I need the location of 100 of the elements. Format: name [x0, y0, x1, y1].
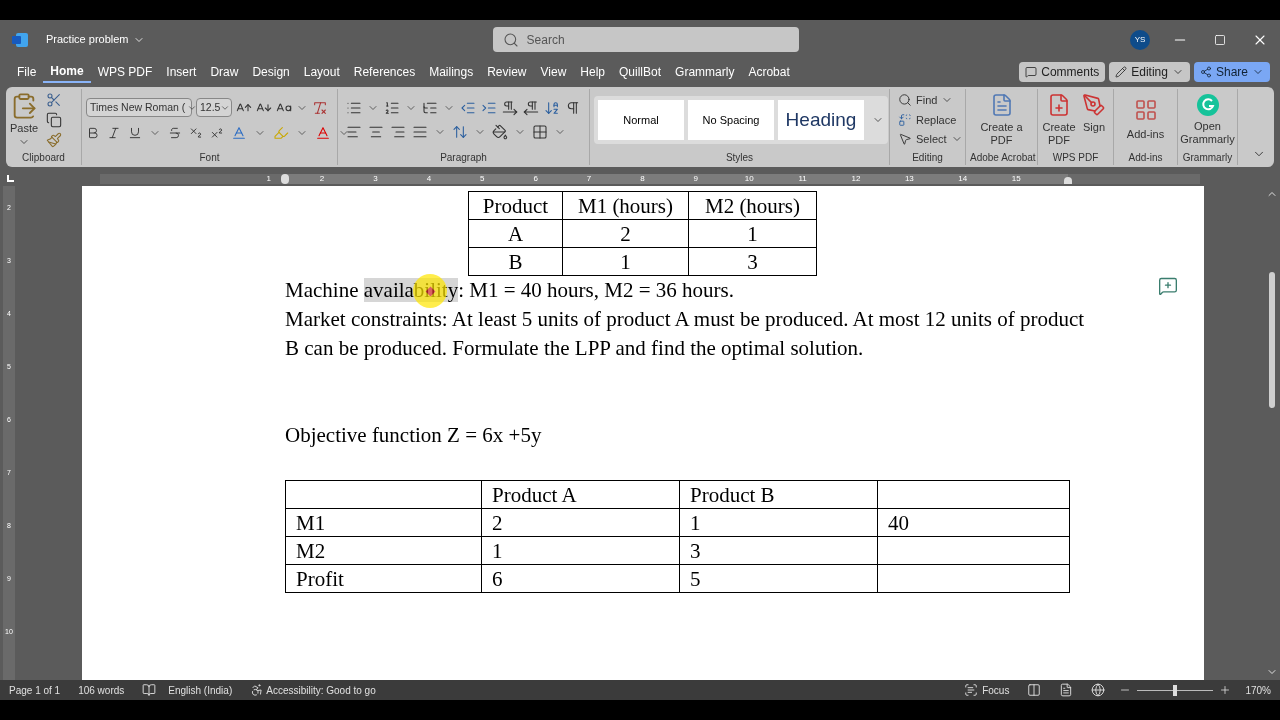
language-status[interactable]: English (India) [168, 682, 233, 698]
word-count[interactable]: 106 words [78, 682, 125, 698]
table-cell: A [468, 219, 563, 248]
font-color-icon[interactable] [315, 125, 331, 142]
ruler-number: 12 [851, 173, 861, 184]
editing-command[interactable]: Find [898, 92, 963, 109]
editing-command[interactable]: Select [898, 131, 963, 148]
underline-icon[interactable] [128, 126, 142, 141]
tab-selector-icon[interactable] [7, 174, 14, 182]
create-a-pdf-button[interactable]: Create a PDF [978, 92, 1025, 147]
menu-tab[interactable]: Draw [203, 61, 246, 84]
menu-tab[interactable]: Home [43, 61, 91, 84]
table-cell: 2 [481, 508, 680, 537]
menu-tab[interactable]: WPS PDF [90, 61, 160, 84]
menu-tab[interactable]: File [10, 61, 44, 84]
accessibility-icon[interactable] [250, 683, 265, 698]
shading-icon[interactable] [492, 123, 508, 140]
table-cell: M1 (hours) [562, 191, 689, 220]
menu-tab[interactable]: Mailings [422, 61, 481, 84]
menu-tab[interactable]: Design [245, 61, 297, 84]
zoom-level[interactable]: 170% [1245, 682, 1271, 698]
comments-button[interactable]: Comments [1019, 62, 1106, 83]
table-cell: 3 [688, 247, 817, 276]
subscript-icon[interactable] [189, 126, 203, 141]
add-comment-icon[interactable] [1158, 276, 1178, 297]
proofing-icon[interactable] [142, 683, 157, 698]
replace-icon [898, 112, 912, 127]
share-button[interactable]: Share [1193, 62, 1270, 83]
copy-icon[interactable] [46, 111, 63, 128]
cut-icon[interactable] [46, 91, 63, 108]
paste-button[interactable]: Paste [10, 91, 39, 149]
format-painter-icon[interactable] [46, 131, 63, 148]
group-label: Styles [724, 150, 755, 165]
italic-icon[interactable] [107, 126, 121, 141]
open-grammarly-button[interactable]: Open Grammarly [1182, 93, 1233, 146]
line-spacing-icon[interactable] [452, 123, 468, 140]
ruler-number: 4 [426, 173, 432, 184]
focus-button[interactable]: Focus [964, 682, 1010, 698]
page-count[interactable]: Page 1 of 1 [9, 682, 61, 698]
numbering-icon[interactable] [384, 99, 400, 116]
document-title[interactable]: Practice problem [46, 31, 145, 48]
comment-icon [1025, 66, 1038, 79]
menu-tab[interactable]: Acrobat [741, 61, 797, 84]
editing-command[interactable]: Replace [898, 111, 963, 129]
menu-tab[interactable]: Insert [159, 61, 204, 84]
table-cell: M1 [285, 508, 482, 537]
zoom-slider[interactable] [1135, 684, 1216, 697]
bold-icon[interactable] [86, 126, 100, 141]
search-icon [502, 31, 519, 48]
menu-tab[interactable]: QuillBot [612, 61, 669, 84]
search-field[interactable]: Search [492, 27, 799, 53]
pen-nib-icon [1082, 92, 1106, 117]
menu-tab[interactable]: References [346, 61, 423, 84]
print-layout-icon[interactable] [1059, 683, 1074, 698]
table-cell: 2 [562, 219, 689, 248]
right-to-left-icon[interactable] [523, 99, 539, 116]
font-size-dropdown[interactable]: 12.5 [196, 98, 232, 118]
clear-formatting-icon[interactable] [312, 99, 328, 116]
style-preset[interactable]: Heading [778, 99, 864, 140]
table-cell: 6 [481, 564, 680, 593]
menu-tab[interactable]: Grammarly [668, 61, 742, 84]
menu-tab[interactable]: Review [480, 61, 534, 84]
strikethrough-icon[interactable] [168, 126, 182, 141]
menu-tab[interactable]: Help [573, 61, 612, 84]
style-preset[interactable]: Normal [598, 99, 684, 140]
menu-tab[interactable]: View [533, 61, 574, 84]
user-avatar[interactable]: YS [1130, 29, 1150, 50]
ruler-number: 3 [373, 173, 378, 184]
menu-tab[interactable]: Layout [296, 61, 347, 84]
create-pdf-button[interactable]: Create PDF [1042, 92, 1076, 147]
app-logo-icon[interactable] [12, 32, 28, 47]
grid-icon [1133, 97, 1158, 122]
ruler-number: 1 [266, 173, 271, 184]
sort-icon[interactable] [544, 99, 560, 116]
ruler-number: 9 [693, 173, 699, 184]
zoom-in-icon[interactable] [1219, 684, 1232, 697]
web-layout-icon[interactable] [1091, 683, 1106, 698]
ruler-number: 11 [798, 173, 807, 184]
editing-button[interactable]: Editing [1109, 62, 1190, 83]
ruler-number: 8 [640, 173, 645, 184]
borders-icon[interactable] [532, 123, 548, 140]
left-to-right-icon[interactable] [502, 99, 518, 116]
restore-icon[interactable] [1214, 33, 1226, 46]
style-preset[interactable]: No Spacing [688, 99, 774, 140]
ruler-number: 13 [904, 173, 914, 184]
right-indent-marker-icon[interactable] [1064, 176, 1072, 184]
superscript-icon[interactable] [210, 126, 224, 141]
table-cell: 1 [562, 247, 689, 276]
read-mode-icon[interactable] [1027, 683, 1042, 698]
table-cell: 40 [877, 508, 1070, 537]
text-effects-icon[interactable] [231, 125, 247, 142]
add-ins-button[interactable]: Add-ins [1118, 97, 1173, 143]
zoom-slider-thumb[interactable] [1173, 684, 1178, 696]
accessibility-status[interactable]: Accessibility: Good to go [266, 682, 376, 698]
indent-marker-icon[interactable] [281, 173, 289, 184]
table-cell: M2 (hours) [688, 191, 817, 220]
focus-icon [964, 683, 979, 698]
pointer-icon [898, 132, 912, 147]
show-marks-icon[interactable] [565, 99, 581, 116]
sign-button[interactable]: Sign [1082, 92, 1106, 147]
